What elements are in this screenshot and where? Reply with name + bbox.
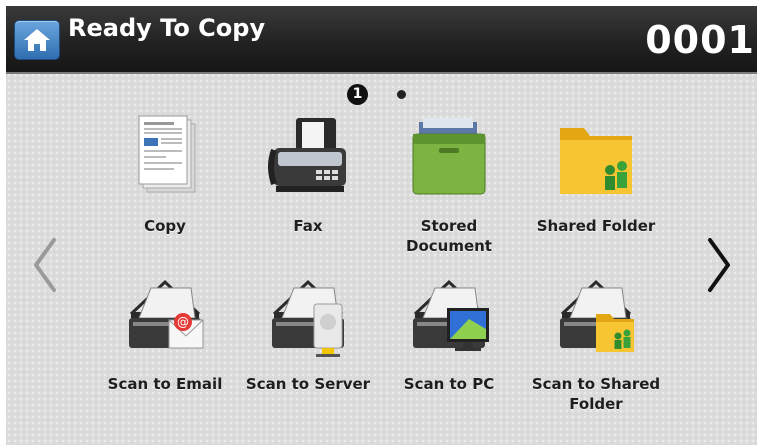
app-label: Copy xyxy=(144,217,186,235)
app-label: Shared Folder xyxy=(536,217,656,235)
touch-screen: Ready To Copy 0001 1 Copy Fax Stored Doc… xyxy=(6,6,757,445)
page-indicator-current[interactable]: 1 xyxy=(347,84,368,105)
stored-document-box-icon xyxy=(412,118,486,195)
shared-folder-icon xyxy=(560,128,632,194)
copy-document-icon xyxy=(138,115,196,193)
app-label: Scan to Shared Folder xyxy=(531,375,661,413)
app-stored-document[interactable]: Stored Document xyxy=(384,106,514,261)
app-scan-to-pc[interactable]: Scan to PC xyxy=(384,274,514,424)
copy-counter: 0001 xyxy=(645,18,755,62)
page-title: Ready To Copy xyxy=(68,14,266,42)
app-shared-folder[interactable]: Shared Folder xyxy=(531,106,661,261)
app-scan-to-server[interactable]: Scan to Server xyxy=(243,274,373,424)
next-page-arrow-icon[interactable] xyxy=(704,236,734,294)
scan-to-server-icon xyxy=(272,279,344,357)
app-label: Scan to PC xyxy=(403,375,495,393)
status-header: Ready To Copy 0001 xyxy=(6,6,757,74)
home-button[interactable] xyxy=(14,20,60,60)
scan-to-shared-folder-icon xyxy=(560,279,634,352)
previous-page-arrow-icon[interactable] xyxy=(30,236,60,294)
scan-to-email-icon: @ xyxy=(129,279,204,349)
app-scan-to-shared-folder[interactable]: Scan to Shared Folder xyxy=(531,274,661,424)
app-label: Scan to Email xyxy=(107,375,223,393)
fax-machine-icon xyxy=(268,118,346,192)
app-label: Fax xyxy=(293,217,323,235)
svg-text:@: @ xyxy=(177,315,189,329)
app-label: Scan to Server xyxy=(245,375,371,393)
app-label: Stored Document xyxy=(406,217,492,255)
app-scan-to-email[interactable]: @ Scan to Email xyxy=(100,274,230,424)
scan-to-pc-icon xyxy=(413,279,489,351)
home-icon xyxy=(24,29,50,51)
page-indicator-dot[interactable] xyxy=(397,90,406,99)
app-fax[interactable]: Fax xyxy=(243,106,373,261)
app-copy[interactable]: Copy xyxy=(100,106,230,261)
